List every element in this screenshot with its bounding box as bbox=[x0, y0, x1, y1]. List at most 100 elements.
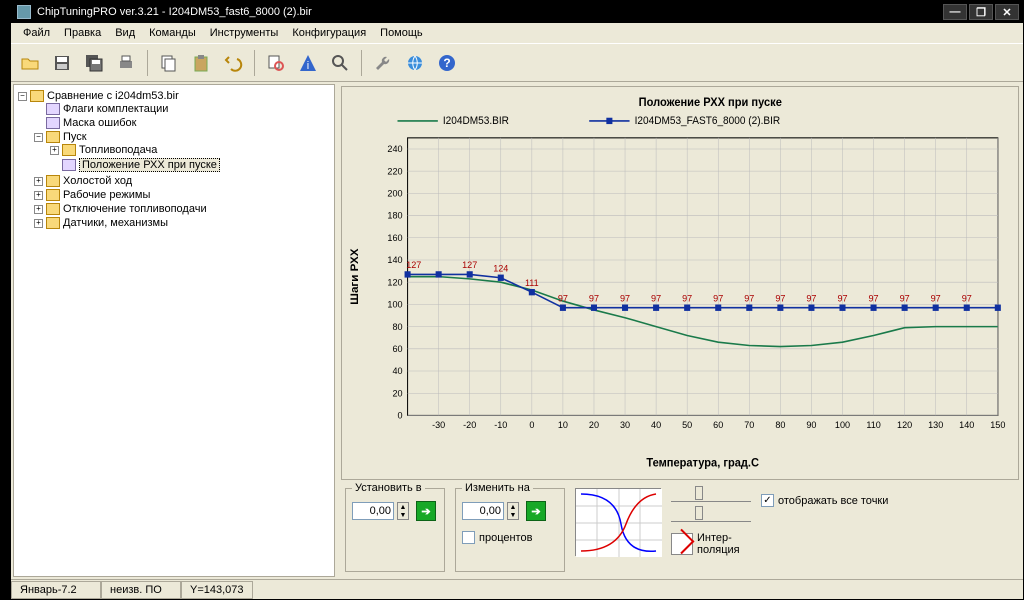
menu-edit[interactable]: Правка bbox=[58, 25, 107, 41]
set-value-input[interactable] bbox=[352, 502, 394, 520]
tree-root[interactable]: − Сравнение с i204dm53.bir bbox=[18, 90, 330, 102]
tree-label: Рабочие режимы bbox=[63, 189, 150, 201]
toolbar-help-button[interactable]: ? bbox=[434, 50, 460, 76]
toolbar-saveas-button[interactable] bbox=[81, 50, 107, 76]
folder-icon bbox=[46, 131, 60, 143]
menu-config[interactable]: Конфигурация bbox=[286, 25, 372, 41]
collapse-icon[interactable]: − bbox=[18, 92, 27, 101]
app-window: ChipTuningPRO ver.3.21 - I204DM53_fast6_… bbox=[10, 0, 1024, 600]
collapse-icon[interactable]: − bbox=[34, 133, 43, 142]
svg-text:200: 200 bbox=[387, 188, 402, 198]
svg-text:240: 240 bbox=[387, 144, 402, 154]
set-value-spinner[interactable]: ▲▼ bbox=[397, 502, 409, 520]
toolbar-save-button[interactable] bbox=[49, 50, 75, 76]
svg-text:97: 97 bbox=[837, 293, 847, 303]
show-all-points-checkbox[interactable] bbox=[761, 494, 774, 507]
svg-text:I204DM53_FAST6_8000 (2).BIR: I204DM53_FAST6_8000 (2).BIR bbox=[635, 116, 781, 127]
toolbar-print-button[interactable] bbox=[113, 50, 139, 76]
toolbar-network-button[interactable] bbox=[402, 50, 428, 76]
tree-panel[interactable]: − Сравнение с i204dm53.bir Флаги комплек… bbox=[13, 84, 335, 577]
toolbar-paste-button[interactable] bbox=[188, 50, 214, 76]
svg-text:Температура, град.С: Температура, град.С bbox=[646, 457, 759, 469]
toolbar-open-button[interactable] bbox=[17, 50, 43, 76]
close-button[interactable]: ✕ bbox=[995, 4, 1019, 20]
tree-item-flags[interactable]: Флаги комплектации bbox=[34, 103, 330, 115]
toolbar-zoom-button[interactable] bbox=[327, 50, 353, 76]
menu-commands[interactable]: Команды bbox=[143, 25, 202, 41]
curve-thumbnail[interactable] bbox=[575, 488, 661, 556]
expand-icon[interactable]: + bbox=[34, 219, 43, 228]
tree-item-errmask[interactable]: Маска ошибок bbox=[34, 117, 330, 129]
show-all-points-row[interactable]: отображать все точки bbox=[761, 494, 888, 507]
interpolation-icon bbox=[671, 533, 693, 555]
status-cell-coord: Y=143,073 bbox=[181, 581, 253, 599]
change-group-label: Изменить на bbox=[462, 482, 533, 494]
svg-text:97: 97 bbox=[744, 293, 754, 303]
svg-text:I204DM53.BIR: I204DM53.BIR bbox=[443, 116, 509, 127]
tree-label: Топливоподача bbox=[79, 144, 157, 156]
menubar: Файл Правка Вид Команды Инструменты Конф… bbox=[11, 23, 1023, 44]
tree-item-run[interactable]: + Рабочие режимы bbox=[34, 189, 330, 201]
tree-item-fuel[interactable]: + Топливоподача bbox=[50, 144, 330, 156]
svg-text:124: 124 bbox=[493, 263, 508, 273]
leaf-icon bbox=[46, 103, 60, 115]
chart-area[interactable]: Положение РХХ при пуске I204DM53.BIR I204D… bbox=[341, 86, 1019, 480]
percent-checkbox-row[interactable]: процентов bbox=[462, 531, 558, 544]
minimize-button[interactable]: — bbox=[943, 4, 967, 20]
folder-icon bbox=[30, 90, 44, 102]
svg-text:i: i bbox=[307, 60, 309, 72]
status-cell-ecu: Январь-7.2 bbox=[11, 581, 101, 599]
controls-panel: Установить в ▲▼ ➔ Изменить на ▲▼ ➔ bbox=[339, 482, 1021, 577]
tree-item-iac-start[interactable]: Положение РХХ при пуске bbox=[50, 158, 330, 172]
menu-tools[interactable]: Инструменты bbox=[204, 25, 285, 41]
svg-text:97: 97 bbox=[806, 293, 816, 303]
slider-1[interactable] bbox=[671, 488, 751, 502]
toolbar-wrench-button[interactable] bbox=[370, 50, 396, 76]
maximize-button[interactable]: ❐ bbox=[969, 4, 993, 20]
svg-text:Положение РХХ при пуске: Положение РХХ при пуске bbox=[639, 97, 782, 109]
set-value-apply-button[interactable]: ➔ bbox=[416, 501, 436, 521]
menu-help[interactable]: Помощь bbox=[374, 25, 429, 41]
svg-text:40: 40 bbox=[392, 366, 402, 376]
percent-label: процентов bbox=[479, 532, 532, 544]
menu-file[interactable]: Файл bbox=[17, 25, 56, 41]
change-value-input[interactable] bbox=[462, 502, 504, 520]
toolbar-info-button[interactable]: i bbox=[295, 50, 321, 76]
leaf-icon bbox=[62, 159, 76, 171]
expand-icon[interactable]: + bbox=[34, 177, 43, 186]
svg-text:60: 60 bbox=[713, 420, 723, 430]
set-value-group: Установить в ▲▼ ➔ bbox=[345, 488, 445, 572]
percent-checkbox[interactable] bbox=[462, 531, 475, 544]
slider-2[interactable] bbox=[671, 508, 751, 522]
toolbar-copy-button[interactable] bbox=[156, 50, 182, 76]
tree-item-idle[interactable]: + Холостой ход bbox=[34, 175, 330, 187]
expand-icon[interactable]: + bbox=[34, 191, 43, 200]
toolbar-find-button[interactable] bbox=[263, 50, 289, 76]
change-value-apply-button[interactable]: ➔ bbox=[526, 501, 546, 521]
expand-icon[interactable]: + bbox=[50, 146, 59, 155]
tree-item-fuelcut[interactable]: + Отключение топливоподачи bbox=[34, 203, 330, 215]
expand-icon[interactable]: + bbox=[34, 205, 43, 214]
svg-text:180: 180 bbox=[387, 211, 402, 221]
svg-text:0: 0 bbox=[397, 410, 402, 420]
svg-text:100: 100 bbox=[835, 420, 850, 430]
svg-text:111: 111 bbox=[525, 278, 539, 288]
leaf-icon bbox=[46, 117, 60, 129]
change-value-spinner[interactable]: ▲▼ bbox=[507, 502, 519, 520]
svg-text:100: 100 bbox=[387, 299, 402, 309]
toolbar-undo-button[interactable] bbox=[220, 50, 246, 76]
sliders bbox=[671, 488, 751, 522]
svg-text:127: 127 bbox=[462, 260, 477, 270]
tree-root-label: Сравнение с i204dm53.bir bbox=[47, 90, 179, 102]
folder-icon bbox=[46, 217, 60, 229]
svg-text:Шаги РХХ: Шаги РХХ bbox=[349, 248, 361, 305]
tree-item-sensors[interactable]: + Датчики, механизмы bbox=[34, 217, 330, 229]
tree-item-start[interactable]: − Пуск bbox=[34, 131, 330, 143]
folder-icon bbox=[62, 144, 76, 156]
svg-text:20: 20 bbox=[589, 420, 599, 430]
menu-view[interactable]: Вид bbox=[109, 25, 141, 41]
interpolation-button[interactable]: Интер- поляция bbox=[671, 532, 751, 556]
svg-text:70: 70 bbox=[744, 420, 754, 430]
svg-text:90: 90 bbox=[806, 420, 816, 430]
svg-text:60: 60 bbox=[392, 344, 402, 354]
